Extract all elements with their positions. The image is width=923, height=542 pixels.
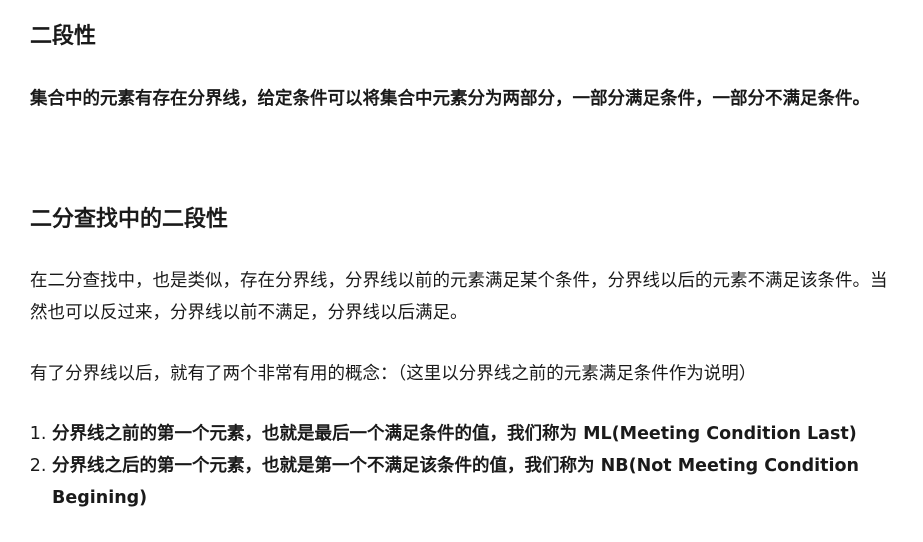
section-heading-binary-search-two-part: 二分查找中的二段性: [30, 207, 229, 232]
body-paragraph-concepts-intro: 有了分界线以后，就有了两个非常有用的概念：（这里以分界线之前的元素满足条件作为说…: [30, 364, 757, 384]
document-page: 二段性 集合中的元素有存在分界线，给定条件可以将集合中元素分为两部分，一部分满足…: [0, 0, 923, 542]
list-item-text: 分界线之前的第一个元素，也就是最后一个满足条件的值，我们称为 ML(Meetin…: [52, 424, 857, 444]
body-paragraph-explanation: 在二分查找中，也是类似，存在分界线，分界线以前的元素满足某个条件，分界线以后的元…: [30, 271, 888, 323]
list-item: 分界线之前的第一个元素，也就是最后一个满足条件的值，我们称为 ML(Meetin…: [52, 418, 914, 450]
concepts-list: 分界线之前的第一个元素，也就是最后一个满足条件的值，我们称为 ML(Meetin…: [30, 418, 914, 514]
definition-paragraph: 集合中的元素有存在分界线，给定条件可以将集合中元素分为两部分，一部分满足条件，一…: [30, 89, 870, 109]
list-item: 分界线之后的第一个元素，也就是第一个不满足该条件的值，我们称为 NB(Not M…: [52, 450, 914, 514]
section-heading-two-part-property: 二段性: [30, 24, 97, 49]
list-item-text: 分界线之后的第一个元素，也就是第一个不满足该条件的值，我们称为 NB(Not M…: [52, 456, 859, 508]
